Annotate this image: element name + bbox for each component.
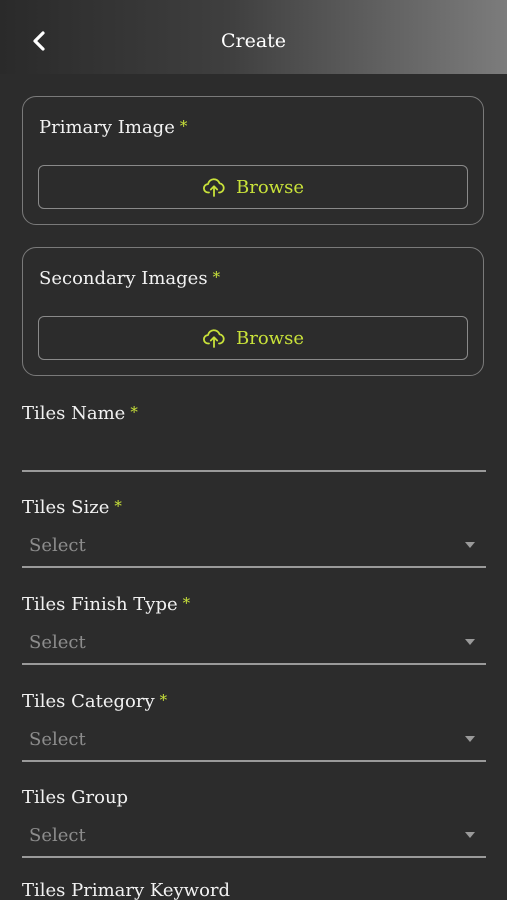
primary-image-card: Primary Image * Browse: [22, 96, 484, 225]
dropdown-caret-icon: [465, 542, 475, 548]
tiles-category-label: Tiles Category *: [22, 691, 486, 712]
tiles-finish-type-label-text: Tiles Finish Type: [22, 594, 178, 615]
cloud-upload-icon: [203, 178, 225, 197]
tiles-finish-type-label: Tiles Finish Type *: [22, 594, 486, 615]
tiles-name-underline: [22, 470, 486, 472]
tiles-category-value: Select: [29, 729, 86, 750]
required-mark: *: [159, 691, 168, 709]
tiles-primary-keyword-label-text: Tiles Primary Keyword: [22, 880, 231, 900]
tiles-category-label-text: Tiles Category: [22, 691, 155, 712]
tiles-group-value: Select: [29, 825, 86, 846]
primary-image-label: Primary Image *: [39, 117, 187, 138]
tiles-name-field: Tiles Name *: [22, 403, 486, 473]
primary-image-label-text: Primary Image: [39, 117, 175, 138]
tiles-size-field: Tiles Size * Select: [22, 497, 486, 569]
required-mark: *: [114, 497, 122, 515]
browse-label: Browse: [236, 176, 304, 198]
tiles-group-field: Tiles Group Select: [22, 787, 486, 859]
dropdown-caret-icon: [465, 639, 475, 645]
tiles-finish-type-field: Tiles Finish Type * Select: [22, 594, 486, 666]
primary-image-browse-button[interactable]: Browse: [38, 165, 468, 209]
tiles-primary-keyword-label: Tiles Primary Keyword: [22, 880, 486, 900]
secondary-images-card: Secondary Images * Browse: [22, 247, 484, 376]
tiles-group-label-text: Tiles Group: [22, 787, 129, 808]
page-title: Create: [220, 30, 287, 52]
tiles-primary-keyword-field: Tiles Primary Keyword: [22, 880, 486, 900]
cloud-upload-icon: [203, 329, 225, 348]
tiles-size-label-text: Tiles Size: [22, 497, 110, 518]
tiles-size-underline: [22, 566, 486, 568]
required-mark: *: [182, 594, 191, 612]
required-mark: *: [130, 403, 138, 421]
required-mark: *: [179, 117, 188, 135]
dropdown-caret-icon: [465, 736, 475, 742]
browse-label: Browse: [236, 327, 304, 349]
tiles-category-underline: [22, 760, 486, 762]
tiles-size-select[interactable]: Select: [22, 529, 486, 565]
tiles-finish-type-select[interactable]: Select: [22, 626, 486, 662]
tiles-size-label: Tiles Size *: [22, 497, 486, 518]
secondary-images-label: Secondary Images *: [39, 268, 220, 289]
secondary-images-browse-button[interactable]: Browse: [38, 316, 468, 360]
tiles-category-field: Tiles Category * Select: [22, 691, 486, 763]
dropdown-caret-icon: [465, 832, 475, 838]
secondary-images-label-text: Secondary Images: [39, 268, 208, 289]
required-mark: *: [212, 268, 221, 286]
tiles-size-value: Select: [29, 535, 86, 556]
tiles-finish-type-underline: [22, 663, 486, 665]
tiles-group-label: Tiles Group: [22, 787, 486, 808]
tiles-finish-type-value: Select: [29, 632, 86, 653]
tiles-name-label: Tiles Name *: [22, 403, 486, 424]
tiles-category-select[interactable]: Select: [22, 723, 486, 759]
app-header: Create: [0, 0, 507, 74]
tiles-group-select[interactable]: Select: [22, 819, 486, 855]
tiles-name-input[interactable]: [22, 433, 486, 469]
tiles-group-underline: [22, 856, 486, 858]
tiles-name-label-text: Tiles Name: [22, 403, 126, 424]
